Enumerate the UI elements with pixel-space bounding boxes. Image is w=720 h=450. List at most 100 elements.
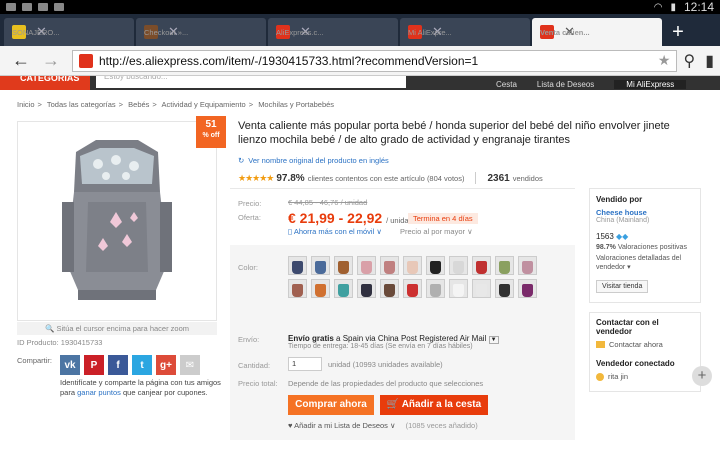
quantity-available: unidad (10993 unidades available) — [328, 360, 443, 369]
cart-link[interactable]: Cesta — [496, 80, 517, 89]
carrier-thumbnail — [315, 284, 326, 297]
color-swatch[interactable] — [449, 256, 468, 275]
carrier-thumbnail — [499, 261, 510, 274]
color-swatch[interactable] — [472, 279, 491, 298]
buy-now-button[interactable]: Comprar ahora — [288, 395, 374, 415]
carrier-thumbnail — [384, 261, 395, 274]
price-label: Precio: — [238, 199, 262, 208]
url-field[interactable]: http://es.aliexpress.com/item/-/19304157… — [72, 49, 678, 72]
discount-value: 51 — [205, 119, 217, 130]
detailed-feedback-link[interactable]: Valoraciones detalladas del vendedor ▾ — [596, 254, 694, 272]
breadcrumb: Inicio > Todas las categorías > Bebés > Act… — [17, 100, 335, 109]
breadcrumb-home[interactable]: Inicio — [17, 100, 35, 109]
back-arrow-icon[interactable]: ← — [6, 50, 36, 71]
color-swatch[interactable] — [311, 256, 330, 275]
color-swatch[interactable] — [403, 279, 422, 298]
store-name-link[interactable]: Cheese house — [596, 208, 694, 217]
email-icon[interactable]: ✉ — [180, 355, 200, 375]
chevron-down-icon[interactable]: ▼ — [488, 336, 499, 344]
breadcrumb-carriers[interactable]: Mochilas y Portabebés — [258, 100, 334, 109]
add-to-cart-button[interactable]: 🛒 Añadir a la cesta — [380, 395, 488, 415]
color-swatch[interactable] — [288, 279, 307, 298]
seller-heading: Vendido por — [596, 195, 643, 204]
product-image[interactable] — [17, 121, 217, 321]
contact-now-link[interactable]: Contactar ahora — [609, 340, 663, 349]
color-swatch[interactable] — [380, 256, 399, 275]
bookmark-star-icon[interactable]: ★ — [658, 52, 671, 69]
color-swatch[interactable] — [518, 256, 537, 275]
carrier-thumbnail — [338, 261, 349, 274]
color-swatch[interactable] — [311, 279, 330, 298]
seller-panel: Vendido por Cheese house China (Mainland… — [589, 188, 701, 303]
notification-icons — [6, 3, 64, 11]
color-swatch[interactable] — [426, 256, 445, 275]
seller-contact-name[interactable]: rita jin — [608, 372, 628, 381]
shipping-method[interactable]: a Spain via China Post Registered Air Ma… — [336, 334, 486, 343]
color-swatch[interactable] — [495, 256, 514, 275]
new-tab-button[interactable]: + — [664, 18, 692, 46]
color-label: Color: — [238, 263, 259, 272]
expand-plus-button[interactable]: + — [692, 366, 712, 386]
add-to-wishlist-link[interactable]: Añadir a mi Lista de Deseos ∨ — [294, 421, 395, 430]
star-rating-icon: ★★★★★ — [238, 172, 274, 183]
message-icon — [596, 341, 605, 348]
google-plus-icon[interactable]: g+ — [156, 355, 176, 375]
pinterest-icon[interactable]: P — [84, 355, 104, 375]
seller-score: 1563 ◆◆ — [596, 232, 629, 241]
my-aliexpress-link[interactable]: Mi AliExpress — [614, 80, 687, 89]
tab-2[interactable]: Checkout »... ✕ — [136, 18, 266, 46]
share-label: Compartir: — [17, 356, 53, 365]
earn-points-link[interactable]: ganar puntos — [77, 388, 121, 397]
search-input[interactable]: Estoy buscando... — [96, 76, 406, 88]
color-swatch[interactable] — [495, 279, 514, 298]
color-swatch[interactable] — [403, 256, 422, 275]
color-swatch[interactable] — [357, 256, 376, 275]
carrier-thumbnail — [407, 284, 418, 297]
quantity-label: Cantidad: — [238, 361, 271, 370]
rating-text[interactable]: clientes contentos con este artículo (80… — [308, 174, 465, 183]
tab-1[interactable]: SONAJERO... ✕ — [4, 18, 134, 46]
site-favicon-icon — [79, 53, 93, 68]
wishlist-link[interactable]: Lista de Deseos — [537, 80, 594, 89]
color-swatch[interactable] — [518, 279, 537, 298]
quantity-input[interactable]: 1 — [288, 357, 322, 371]
connected-heading: Vendedor conectado — [596, 359, 675, 368]
free-shipping: Envío gratis — [288, 334, 334, 343]
carrier-thumbnail — [522, 261, 533, 274]
heart-icon: ♥ — [288, 421, 293, 430]
breadcrumb-all-categories[interactable]: Todas las categorías — [47, 100, 116, 109]
carrier-thumbnail — [499, 284, 510, 297]
old-price: € 44,85 - 46,76 / unidad — [288, 198, 368, 207]
color-swatch[interactable] — [288, 256, 307, 275]
visit-store-button[interactable]: Visitar tienda — [596, 280, 649, 293]
color-swatch[interactable] — [357, 279, 376, 298]
breadcrumb-activity[interactable]: Actividad y Equipamiento — [161, 100, 245, 109]
facebook-icon[interactable]: f — [108, 355, 128, 375]
carrier-thumbnail — [476, 284, 487, 297]
contact-heading: Contactar con el vendedor — [596, 318, 659, 336]
color-swatch[interactable] — [334, 256, 353, 275]
carrier-thumbnail — [384, 284, 395, 297]
search-icon[interactable]: ⚲ — [683, 51, 695, 71]
forward-arrow-icon[interactable]: → — [36, 50, 66, 71]
original-name-link[interactable]: ↻ Ver nombre original del producto en in… — [238, 156, 389, 165]
categories-button[interactable]: CATEGORÍAS — [0, 76, 90, 90]
mobile-discount-link[interactable]: ▯ Ahorra más con el móvil ∨ — [288, 227, 382, 236]
zoom-hint-text: Sitúa el cursor encima para hacer zoom — [56, 324, 189, 333]
tab-4[interactable]: Mi AliExpre... ✕ — [400, 18, 530, 46]
tab-5-active[interactable]: Venta calien... ✕ — [532, 18, 662, 46]
menu-icon[interactable]: ▮ — [705, 51, 714, 71]
breadcrumb-babies[interactable]: Bebés — [128, 100, 149, 109]
rating-percent: 97.8% — [276, 172, 305, 184]
tab-3[interactable]: AliExpress.c... ✕ — [268, 18, 398, 46]
color-swatch[interactable] — [449, 279, 468, 298]
twitter-icon[interactable]: t — [132, 355, 152, 375]
wishlist-count: (1085 veces añadido) — [405, 421, 478, 430]
bulk-price-link[interactable]: Precio al por mayor ∨ — [400, 227, 473, 236]
carrier-thumbnail — [338, 284, 349, 297]
vk-icon[interactable]: vk — [60, 355, 80, 375]
color-swatch[interactable] — [472, 256, 491, 275]
color-swatch[interactable] — [380, 279, 399, 298]
color-swatch[interactable] — [334, 279, 353, 298]
color-swatch[interactable] — [426, 279, 445, 298]
